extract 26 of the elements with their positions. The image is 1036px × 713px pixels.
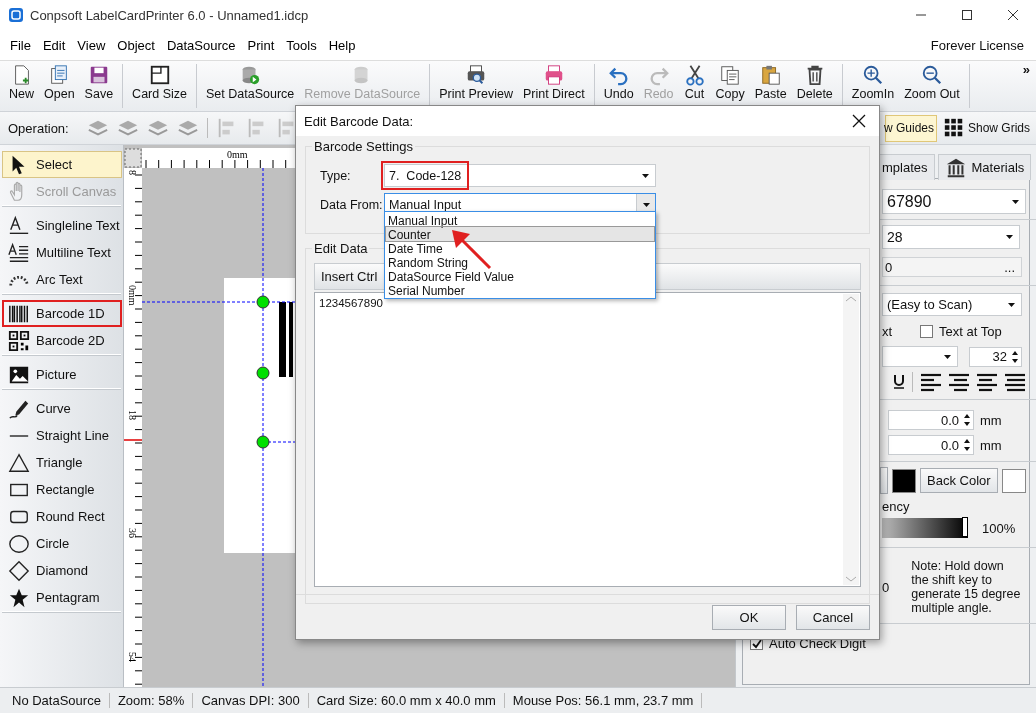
operation-label: Operation: xyxy=(8,120,69,136)
unit-label: mm xyxy=(980,437,1002,453)
ruler-label: 36 xyxy=(127,528,138,538)
group-legend: Barcode Settings xyxy=(312,139,415,154)
status-item: Card Size: 60.0 mm x 40.0 mm xyxy=(308,693,505,708)
dialog-title: Edit Barcode Data: xyxy=(304,113,414,129)
status-item: Canvas DPI: 300 xyxy=(193,693,309,708)
transparency-label: ency xyxy=(882,499,910,514)
status-item: No DataSource xyxy=(4,693,110,708)
ruler-label: 54 xyxy=(127,652,138,662)
ruler-label: 0mm xyxy=(127,285,138,306)
license-label: Forever License xyxy=(930,37,1025,53)
show-text-label: xt xyxy=(882,323,894,339)
unit-label: mm xyxy=(980,412,1002,428)
window-title: Conpsoft LabelCardPrinter 6.0 - Unnamed1.idcp xyxy=(30,7,309,23)
ruler-label: 8 xyxy=(127,170,138,175)
ruler-label: 18 xyxy=(127,410,138,420)
status-item: Mouse Pos: 56.1 mm, 23.7 mm xyxy=(504,693,703,708)
rotation-value: 0 xyxy=(882,579,890,595)
status-item: Zoom: 58% xyxy=(109,693,194,708)
ruler-label: 0mm xyxy=(227,149,248,160)
type-label: Type: xyxy=(319,168,352,183)
note-text: Note: Hold down the shift key to generate 15 degree multiple angle. xyxy=(911,559,1022,615)
group-legend: Edit Data xyxy=(312,241,370,256)
data-from-label: Data From: xyxy=(319,197,384,212)
transparency-value: 100% xyxy=(982,520,1016,536)
